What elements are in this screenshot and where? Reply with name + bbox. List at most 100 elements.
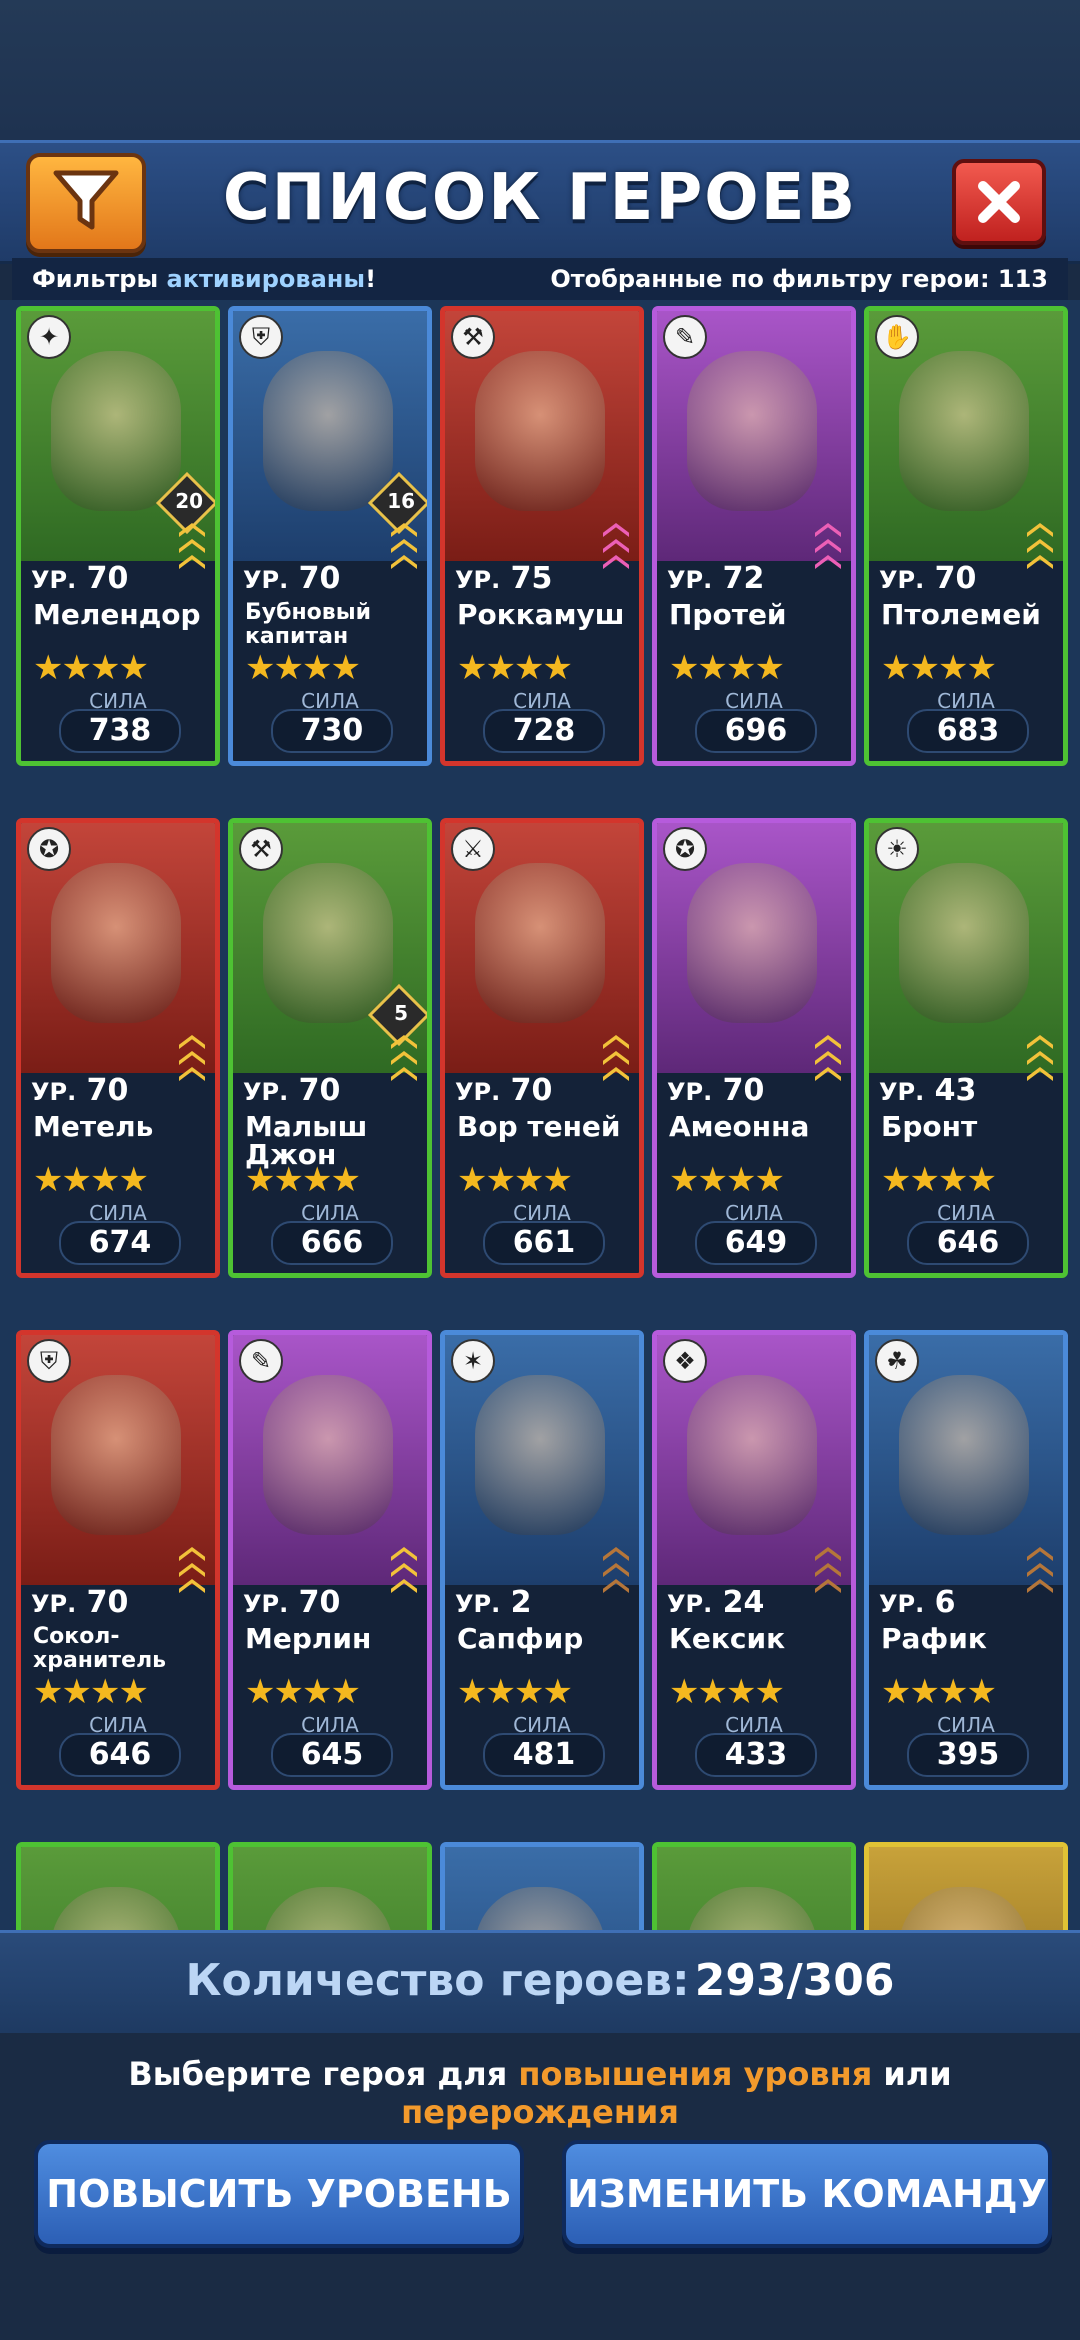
hero-card-partial[interactable]	[864, 1842, 1068, 1930]
hero-stars: ★★★★	[33, 1160, 149, 1200]
hero-level: УР. 43	[879, 1073, 976, 1108]
hero-power: 395	[907, 1733, 1029, 1777]
hero-level: УР. 70	[243, 1073, 340, 1108]
level-prefix: УР.	[879, 1590, 925, 1618]
hero-card[interactable]: ⚒ 5 УР. 70 Малыш Джон ★★★★ СИЛА 666	[228, 818, 432, 1278]
level-prefix: УР.	[243, 566, 289, 594]
hero-card[interactable]: ✪ УР. 70 Метель ★★★★ СИЛА 674	[16, 818, 220, 1278]
level-prefix: УР.	[31, 566, 77, 594]
hero-face	[475, 1375, 605, 1535]
hero-power: 661	[483, 1221, 605, 1265]
hero-level-value: 72	[722, 561, 765, 596]
header-bar: СПИСОК ГЕРОЕВ	[0, 140, 1080, 264]
hero-rank-icon	[811, 1033, 845, 1103]
hero-level: УР. 24	[667, 1585, 764, 1620]
hero-stars: ★★★★	[33, 1672, 149, 1712]
hero-level-value: 70	[86, 561, 129, 596]
hero-card[interactable]: ✎ УР. 72 Протей ★★★★ СИЛА 696	[652, 306, 856, 766]
hero-class-icon: ✋	[875, 315, 919, 359]
hero-rank-icon	[175, 1545, 209, 1615]
hero-power: 646	[59, 1733, 181, 1777]
hero-card[interactable]: ☘ УР. 6 Рафик ★★★★ СИЛА 395	[864, 1330, 1068, 1790]
hero-class-icon: ❖	[663, 1339, 707, 1383]
hero-stars: ★★★★	[669, 1160, 785, 1200]
hero-card[interactable]: ✦ 20 УР. 70 Мелендор ★★★★ СИЛА 738	[16, 306, 220, 766]
hero-power: 728	[483, 709, 605, 753]
hero-level-value: 24	[722, 1585, 765, 1620]
hero-level-value: 70	[510, 1073, 553, 1108]
hero-stars: ★★★★	[33, 648, 149, 688]
hero-stars: ★★★★	[245, 648, 361, 688]
hero-face	[263, 863, 393, 1023]
hero-count-value: 293/306	[694, 1955, 895, 2006]
hero-class-icon: ✦	[27, 315, 71, 359]
hero-class-icon: ✶	[451, 1339, 495, 1383]
hero-level: УР. 6	[879, 1585, 956, 1620]
hero-power: 433	[695, 1733, 817, 1777]
hero-class-icon: ☘	[875, 1339, 919, 1383]
hero-card[interactable]: ✪ УР. 70 Амеонна ★★★★ СИЛА 649	[652, 818, 856, 1278]
hero-card-partial[interactable]	[228, 1842, 432, 1930]
hero-card[interactable]: ⚒ УР. 75 Роккамуш ★★★★ СИЛА 728	[440, 306, 644, 766]
hero-class-icon: ✪	[27, 827, 71, 871]
level-up-button[interactable]: ПОВЫСИТЬ УРОВЕНЬ	[34, 2140, 524, 2248]
hero-card[interactable]: ✶ УР. 2 Сапфир ★★★★ СИЛА 481	[440, 1330, 644, 1790]
hero-level: УР. 70	[31, 1073, 128, 1108]
hint-levelup: повышения уровня	[518, 2055, 873, 2093]
hint-part1: Выберите героя для	[128, 2055, 519, 2093]
hero-power: 481	[483, 1733, 605, 1777]
hero-level: УР. 75	[455, 561, 552, 596]
hero-rank-icon	[1023, 521, 1057, 591]
hero-card[interactable]: ⛨ 16 УР. 70 Бубновый капитан ★★★★ СИЛА 730	[228, 306, 432, 766]
hero-card[interactable]: ☀ УР. 43 Бронт ★★★★ СИЛА 646	[864, 818, 1068, 1278]
hero-face	[687, 863, 817, 1023]
hero-portrait	[445, 1847, 639, 1930]
hero-class-icon: ✎	[239, 1339, 283, 1383]
hero-stars: ★★★★	[457, 1160, 573, 1200]
hero-class-icon: ⚒	[451, 315, 495, 359]
hero-grid[interactable]: ✦ 20 УР. 70 Мелендор ★★★★ СИЛА 738 ⛨ 16 УР. 70 Буб…	[0, 300, 1080, 1930]
hero-emblem-level: 16	[387, 488, 416, 513]
level-prefix: УР.	[243, 1590, 289, 1618]
hero-level-value: 70	[722, 1073, 765, 1108]
hero-card-partial[interactable]	[652, 1842, 856, 1930]
hero-level-value: 70	[934, 561, 977, 596]
hero-face	[475, 863, 605, 1023]
filter-status-prefix: Фильтры	[32, 265, 159, 293]
status-area	[0, 0, 1080, 140]
hero-card[interactable]: ⛨ УР. 70 Сокол-хранитель ★★★★ СИЛА 646	[16, 1330, 220, 1790]
hero-level-value: 70	[298, 1073, 341, 1108]
hero-stars: ★★★★	[881, 1672, 997, 1712]
filter-status-suffix: !	[365, 265, 377, 293]
hero-power: 646	[907, 1221, 1029, 1265]
hero-card[interactable]: ⚔ УР. 70 Вор теней ★★★★ СИЛА 661	[440, 818, 644, 1278]
hero-rank-icon	[811, 1545, 845, 1615]
hero-face	[475, 351, 605, 511]
hero-level-value: 70	[298, 1585, 341, 1620]
hero-power: 683	[907, 709, 1029, 753]
hero-count-bar: Количество героев: 293/306	[0, 1930, 1080, 2033]
hero-stars: ★★★★	[245, 1160, 361, 1200]
hero-rank-icon	[1023, 1033, 1057, 1103]
hero-emblem-level: 5	[394, 1000, 409, 1025]
hint-part2: или	[872, 2055, 952, 2093]
hero-rank-icon	[175, 521, 209, 591]
hero-level: УР. 70	[879, 561, 976, 596]
hero-card[interactable]: ❖ УР. 24 Кексик ★★★★ СИЛА 433	[652, 1330, 856, 1790]
hero-face	[687, 351, 817, 511]
hero-level: УР. 72	[667, 561, 764, 596]
hero-card-partial[interactable]	[16, 1842, 220, 1930]
change-team-button[interactable]: ИЗМЕНИТЬ КОМАНДУ	[562, 2140, 1052, 2248]
hero-class-icon: ⚔	[451, 827, 495, 871]
hero-card[interactable]: ✎ УР. 70 Мерлин ★★★★ СИЛА 645	[228, 1330, 432, 1790]
close-button[interactable]	[952, 159, 1046, 245]
hero-rank-icon	[175, 1033, 209, 1103]
hero-face	[263, 1887, 393, 1930]
hero-card[interactable]: ✋ УР. 70 Птолемей ★★★★ СИЛА 683	[864, 306, 1068, 766]
hero-level-value: 70	[86, 1585, 129, 1620]
level-prefix: УР.	[667, 1590, 713, 1618]
hero-rank-icon	[387, 1033, 421, 1103]
hero-rank-icon	[387, 1545, 421, 1615]
hero-card-partial[interactable]	[440, 1842, 644, 1930]
hero-level-value: 6	[934, 1585, 956, 1620]
